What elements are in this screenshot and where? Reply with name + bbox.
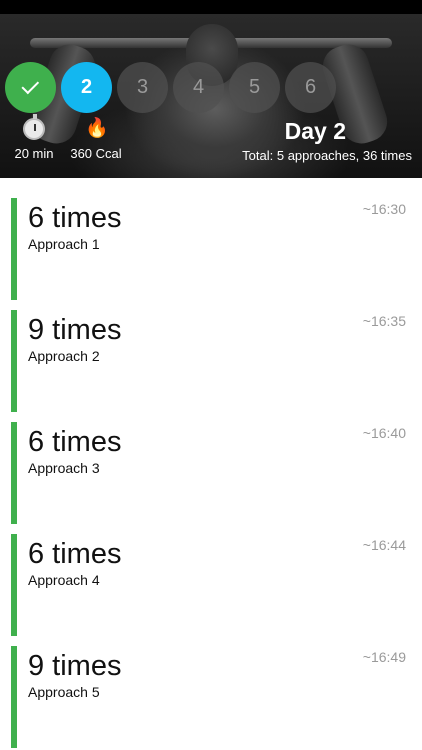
approach-row[interactable]: 6 times Approach 4 ~16:44 bbox=[0, 514, 422, 636]
approach-accent-bar bbox=[11, 198, 17, 300]
approach-row[interactable]: 6 times Approach 1 ~16:30 bbox=[0, 178, 422, 300]
step-6[interactable]: 6 bbox=[285, 62, 336, 113]
approach-label: Approach 2 bbox=[28, 348, 100, 364]
approach-row[interactable]: 6 times Approach 3 ~16:40 bbox=[0, 402, 422, 524]
approach-time: ~16:44 bbox=[362, 537, 406, 553]
duration-stat: 20 min bbox=[8, 114, 60, 161]
approach-row[interactable]: 9 times Approach 2 ~16:35 bbox=[0, 290, 422, 412]
status-bar bbox=[0, 0, 422, 14]
day-title: Day 2 bbox=[284, 118, 346, 144]
day-total: Total: 5 approaches, 36 times bbox=[242, 148, 412, 163]
check-icon bbox=[20, 76, 39, 95]
approach-count: 6 times bbox=[28, 426, 122, 458]
approach-count: 6 times bbox=[28, 202, 122, 234]
calories-label: 360 Ccal bbox=[70, 146, 122, 161]
duration-label: 20 min bbox=[14, 146, 54, 161]
approach-label: Approach 3 bbox=[28, 460, 100, 476]
approach-label: Approach 5 bbox=[28, 684, 100, 700]
approach-time: ~16:49 bbox=[362, 649, 406, 665]
approach-count: 6 times bbox=[28, 538, 122, 570]
day-summary: Day 2 Total: 5 approaches, 36 times bbox=[172, 118, 412, 174]
approach-count: 9 times bbox=[28, 650, 122, 682]
workout-header: 2 3 4 5 6 20 min 🔥 360 Ccal Day 2 Total:… bbox=[0, 14, 422, 178]
day-stepper: 2 3 4 5 6 bbox=[5, 62, 417, 114]
calories-stat: 🔥 360 Ccal bbox=[64, 118, 128, 161]
approach-accent-bar bbox=[11, 646, 17, 748]
approach-list: 6 times Approach 1 ~16:30 9 times Approa… bbox=[0, 178, 422, 750]
approach-accent-bar bbox=[11, 422, 17, 524]
approach-count: 9 times bbox=[28, 314, 122, 346]
approach-time: ~16:30 bbox=[362, 201, 406, 217]
step-3[interactable]: 3 bbox=[117, 62, 168, 113]
approach-row[interactable]: 9 times Approach 5 ~16:49 bbox=[0, 626, 422, 748]
step-5[interactable]: 5 bbox=[229, 62, 280, 113]
approach-time: ~16:35 bbox=[362, 313, 406, 329]
fire-icon: 🔥 bbox=[85, 118, 109, 139]
approach-accent-bar bbox=[11, 534, 17, 636]
approach-label: Approach 4 bbox=[28, 572, 100, 588]
step-2-current[interactable]: 2 bbox=[61, 62, 112, 113]
approach-accent-bar bbox=[11, 310, 17, 412]
approach-time: ~16:40 bbox=[362, 425, 406, 441]
step-4[interactable]: 4 bbox=[173, 62, 224, 113]
approach-label: Approach 1 bbox=[28, 236, 100, 252]
step-1-done[interactable] bbox=[5, 62, 56, 113]
stopwatch-icon bbox=[23, 114, 45, 140]
